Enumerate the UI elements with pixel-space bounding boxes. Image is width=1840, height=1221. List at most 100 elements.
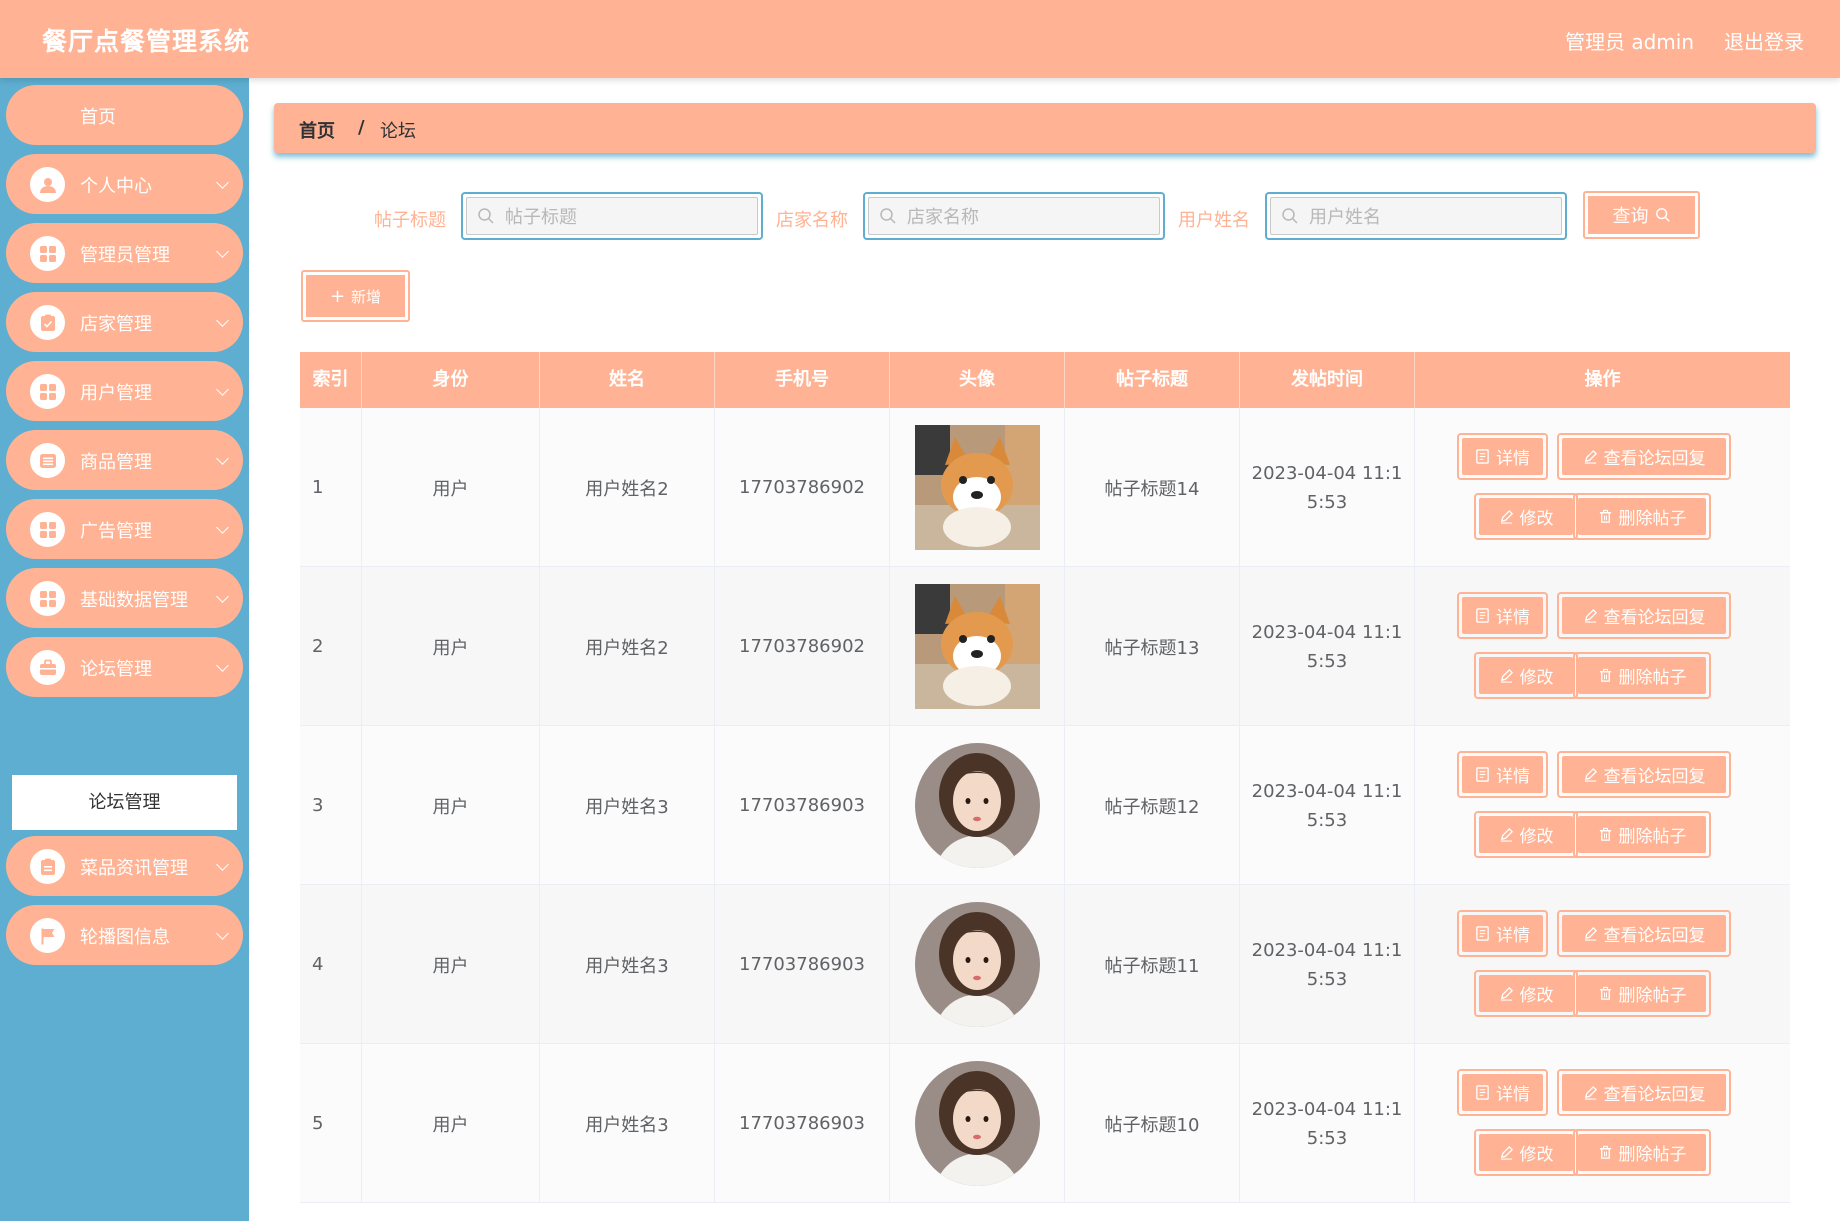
- button-label: 删除帖子: [1618, 509, 1687, 529]
- sidebar-item-label: 商品管理: [80, 452, 152, 473]
- view-replies-button[interactable]: 查看论坛回复: [1557, 1069, 1731, 1116]
- user-name-label: 用户姓名: [1178, 210, 1250, 231]
- sidebar-item-label: 用户管理: [80, 383, 152, 404]
- sidebar-item-carousel-info[interactable]: 轮播图信息: [6, 905, 243, 965]
- table-header: 索引 身份 姓名 手机号 头像 帖子标题 发帖时间 操作: [300, 352, 1790, 408]
- row-role: 用户: [432, 637, 469, 659]
- flag-icon: [30, 918, 65, 953]
- post-title-input[interactable]: [505, 204, 745, 230]
- phone-cell: 17703786903: [715, 1044, 890, 1203]
- button-label: 删除帖子: [1618, 827, 1687, 847]
- row-index: 4: [312, 954, 324, 975]
- name-cell: 用户姓名3: [540, 1044, 715, 1203]
- document-icon: [1475, 608, 1496, 623]
- detail-button[interactable]: 详情: [1457, 592, 1548, 639]
- shop-name-search: [863, 192, 1165, 240]
- avatar: [914, 1061, 1040, 1186]
- pencil-icon: [1583, 767, 1604, 782]
- chevron-down-icon: [216, 858, 229, 871]
- row-role: 用户: [432, 1114, 469, 1136]
- view-replies-button[interactable]: 查看论坛回复: [1557, 910, 1731, 957]
- name-cell: 用户姓名3: [540, 885, 715, 1044]
- sidebar-item-label: 菜品资讯管理: [80, 858, 188, 879]
- edit-button[interactable]: 修改: [1474, 811, 1578, 858]
- edit-button[interactable]: 修改: [1474, 493, 1578, 540]
- index-cell: 4: [300, 885, 362, 1044]
- view-replies-button[interactable]: 查看论坛回复: [1557, 433, 1731, 480]
- name-cell: 用户姓名3: [540, 726, 715, 885]
- grid-icon: [30, 581, 65, 616]
- avatar: [914, 743, 1040, 868]
- logout-button[interactable]: 退出登录: [1724, 26, 1804, 55]
- delete-post-button[interactable]: 删除帖子: [1573, 811, 1711, 858]
- index-cell: 3: [300, 726, 362, 885]
- breadcrumb-home[interactable]: 首页: [299, 117, 335, 143]
- chevron-down-icon: [216, 452, 229, 465]
- sidebar-item-product-management[interactable]: 商品管理: [6, 430, 243, 490]
- trash-icon: [1598, 1145, 1619, 1160]
- role-cell: 用户: [362, 726, 540, 885]
- clipboard-icon: [30, 849, 65, 884]
- search-icon: [1281, 207, 1299, 229]
- edit-button[interactable]: 修改: [1474, 970, 1578, 1017]
- sidebar-item-forum-management[interactable]: 论坛管理: [6, 637, 243, 697]
- actions-cell: 详情 查看论坛回复修改 删除帖子: [1415, 408, 1790, 567]
- view-replies-button[interactable]: 查看论坛回复: [1557, 751, 1731, 798]
- sidebar-item-personal-center[interactable]: 个人中心: [6, 154, 243, 214]
- chevron-down-icon: [216, 383, 229, 396]
- role-cell: 用户: [362, 408, 540, 567]
- detail-button[interactable]: 详情: [1457, 433, 1548, 480]
- detail-button[interactable]: 详情: [1457, 751, 1548, 798]
- sidebar: 首页 个人中心 管理员管理 店家管理 用户管理 商品管理 广告管理 基础数据管理…: [0, 78, 249, 1221]
- sidebar-item-home[interactable]: 首页: [6, 85, 243, 145]
- button-label: 删除帖子: [1618, 986, 1687, 1006]
- sidebar-subitem-forum-management[interactable]: 论坛管理: [12, 775, 237, 830]
- pencil-icon: [1499, 668, 1520, 683]
- avatar-cell: [890, 567, 1065, 726]
- avatar-cell: [890, 1044, 1065, 1203]
- search-icon: [879, 207, 897, 229]
- row-post-time: 2023-04-04 11:1 5:53: [1252, 618, 1403, 676]
- sidebar-item-basic-data-management[interactable]: 基础数据管理: [6, 568, 243, 628]
- delete-post-button[interactable]: 删除帖子: [1573, 970, 1711, 1017]
- add-button[interactable]: + 新增: [301, 270, 410, 322]
- table-row: 4 用户 用户姓名3 17703786903 帖子标题11 2023-04-04 11:1…: [300, 885, 1790, 1044]
- view-replies-button[interactable]: 查看论坛回复: [1557, 592, 1731, 639]
- row-post-title: 帖子标题12: [1104, 796, 1200, 818]
- row-post-title: 帖子标题10: [1104, 1114, 1200, 1136]
- button-label: 详情: [1496, 608, 1530, 628]
- search-icon: [477, 207, 495, 229]
- sidebar-item-ad-management[interactable]: 广告管理: [6, 499, 243, 559]
- sidebar-item-admin-management[interactable]: 管理员管理: [6, 223, 243, 283]
- delete-post-button[interactable]: 删除帖子: [1573, 493, 1711, 540]
- delete-post-button[interactable]: 删除帖子: [1573, 1129, 1711, 1176]
- index-cell: 2: [300, 567, 362, 726]
- actions-cell: 详情 查看论坛回复修改 删除帖子: [1415, 567, 1790, 726]
- sidebar-item-user-management[interactable]: 用户管理: [6, 361, 243, 421]
- sidebar-item-dish-news-management[interactable]: 菜品资讯管理: [6, 836, 243, 896]
- edit-button[interactable]: 修改: [1474, 1129, 1578, 1176]
- user-icon: [30, 167, 65, 202]
- avatar: [914, 902, 1040, 1027]
- shop-name-input[interactable]: [907, 204, 1147, 230]
- detail-button[interactable]: 详情: [1457, 1069, 1548, 1116]
- detail-button[interactable]: 详情: [1457, 910, 1548, 957]
- row-name: 用户姓名3: [585, 796, 669, 818]
- row-role: 用户: [432, 955, 469, 977]
- row-post-time: 2023-04-04 11:1 5:53: [1252, 459, 1403, 517]
- chevron-down-icon: [216, 521, 229, 534]
- sidebar-item-label: 广告管理: [80, 521, 152, 542]
- row-name: 用户姓名2: [585, 637, 669, 659]
- delete-post-button[interactable]: 删除帖子: [1573, 652, 1711, 699]
- row-name: 用户姓名3: [585, 955, 669, 977]
- query-button[interactable]: 查询: [1583, 191, 1700, 239]
- row-index: 2: [312, 636, 324, 657]
- user-name-input[interactable]: [1309, 204, 1549, 230]
- sidebar-item-shop-management[interactable]: 店家管理: [6, 292, 243, 352]
- chevron-down-icon: [216, 590, 229, 603]
- edit-button[interactable]: 修改: [1474, 652, 1578, 699]
- button-label: 查看论坛回复: [1603, 449, 1706, 469]
- title-cell: 帖子标题12: [1065, 726, 1240, 885]
- avatar-cell: [890, 408, 1065, 567]
- avatar: [914, 584, 1040, 709]
